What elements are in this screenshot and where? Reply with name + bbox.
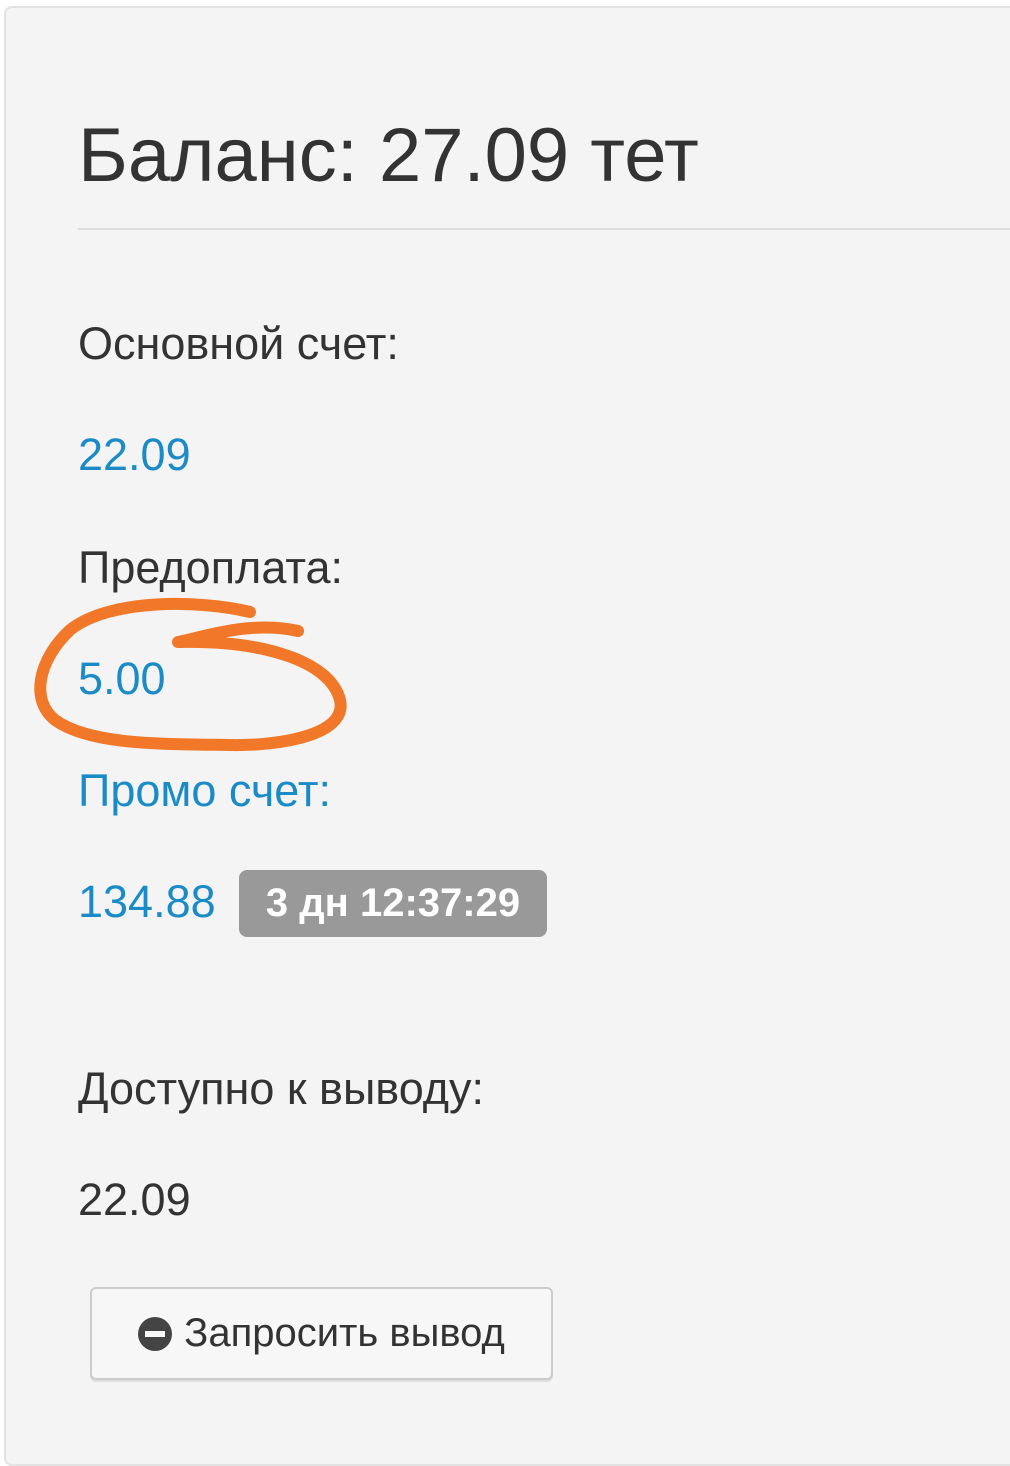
promo-account-value[interactable]: 134.88: [78, 875, 216, 929]
title-divider: [78, 228, 1010, 230]
prepayment-value[interactable]: 5.00: [78, 652, 166, 706]
promo-account-label[interactable]: Промо счет:: [78, 764, 331, 818]
main-account-value[interactable]: 22.09: [78, 428, 191, 482]
available-withdrawal-value: 22.09: [78, 1174, 191, 1225]
request-withdrawal-button[interactable]: Запросить вывод: [90, 1287, 553, 1380]
minus-circle-icon: [138, 1316, 173, 1351]
balance-panel: [4, 6, 1010, 1466]
main-account-label: Основной счет:: [78, 318, 399, 369]
request-withdrawal-label: Запросить вывод: [184, 1311, 505, 1355]
available-withdrawal-label: Доступно к выводу:: [78, 1063, 485, 1114]
prepayment-label: Предоплата:: [78, 542, 343, 593]
balance-title: Баланс: 27.09 тет: [78, 113, 699, 198]
promo-timer-badge: 3 дн 12:37:29: [239, 870, 547, 937]
